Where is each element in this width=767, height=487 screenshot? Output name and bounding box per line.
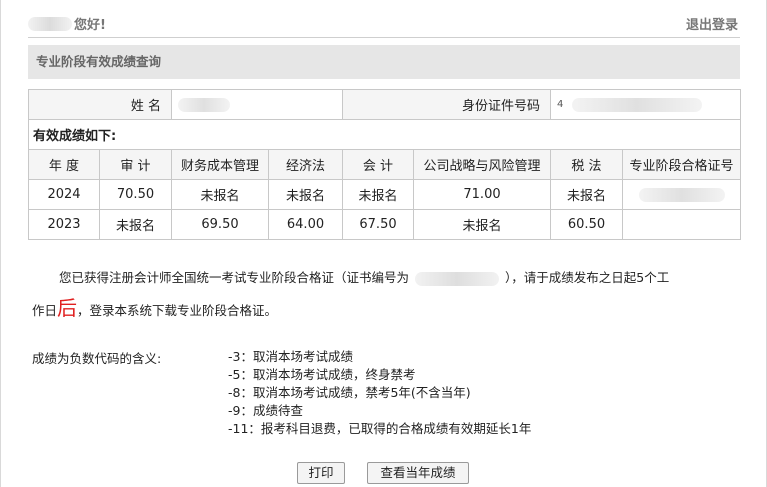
list-item: -9：成绩待查 [228, 403, 303, 418]
section-title: 专业阶段有效成绩查询 [28, 45, 740, 79]
cell-financial-cost-management: 未报名 [171, 179, 269, 210]
table-row: 2024 70.50 未报名 未报名 未报名 71.00 未报名 [28, 179, 742, 210]
id-prefix: 4 [557, 99, 564, 110]
header-economic-law: 经济法 [268, 149, 343, 180]
list-item: -8：取消本场考试成绩，禁考5年(不含当年) [228, 385, 471, 400]
header-tax-law: 税 法 [550, 149, 623, 180]
name-label: 姓 名 [28, 89, 172, 120]
notice-red-char: 后 [57, 296, 78, 320]
header-accounting: 会 计 [342, 149, 414, 180]
list-item: -3：取消本场考试成绩 [228, 349, 353, 364]
candidate-info-table: 姓 名 身份证件号码 4 [28, 89, 741, 120]
cell-strategy-risk: 未报名 [413, 209, 551, 240]
name-value [171, 89, 343, 120]
view-current-year-scores-button[interactable]: 查看当年成绩 [367, 462, 469, 484]
header-strategy-risk: 公司战略与风险管理 [413, 149, 551, 180]
greeting-area: 您好! [28, 14, 106, 33]
header-audit: 审 计 [99, 149, 172, 180]
redacted-username [28, 16, 72, 31]
certificate-notice: 您已获得注册会计师全国统一考试专业阶段合格证（证书编号为 ），请于成绩发布之日起5… [32, 263, 736, 326]
list-item: -11：报考科目退费，已取得的合格成绩有效期延长1年 [228, 421, 532, 436]
notice-text-4: ，登录本系统下载专业阶段合格证。 [77, 303, 278, 318]
redacted-certificate-number [415, 271, 500, 286]
cell-strategy-risk: 71.00 [413, 179, 551, 210]
table-row: 2023 未报名 69.50 64.00 67.50 未报名 60.50 [28, 209, 742, 240]
cell-tax-law: 60.50 [550, 209, 623, 240]
header-financial-cost-management: 财务成本管理 [171, 149, 269, 180]
cell-certificate-number [621, 179, 742, 210]
cell-accounting: 未报名 [342, 179, 414, 210]
list-item: -5：取消本场考试成绩，终身禁考 [228, 367, 416, 382]
scores-table: 有效成绩如下: 年 度 审 计 财务成本管理 经济法 会 计 公司战略与风险管理… [27, 119, 742, 240]
cell-economic-law: 未报名 [268, 179, 343, 210]
logout-link[interactable]: 退出登录 [686, 14, 738, 33]
cell-financial-cost-management: 69.50 [171, 209, 269, 240]
scores-caption: 有效成绩如下: [27, 119, 742, 150]
header-certificate-number: 专业阶段合格证号 [621, 149, 742, 180]
notice-text-3: 作日 [32, 303, 58, 318]
notice-text-1: 您已获得注册会计师全国统一考试专业阶段合格证（证书编号为 [59, 270, 410, 285]
scores-header-row: 年 度 审 计 财务成本管理 经济法 会 计 公司战略与风险管理 税 法 专业阶… [28, 149, 742, 180]
cell-audit: 70.50 [99, 179, 172, 210]
redacted-certificate-number [638, 187, 725, 202]
cell-tax-law: 未报名 [550, 179, 623, 210]
cell-year: 2023 [28, 209, 100, 240]
cell-certificate-number [621, 209, 742, 240]
id-label: 身份证件号码 [342, 89, 551, 120]
score-codes-label: 成绩为负数代码的含义: [32, 351, 162, 366]
header-year: 年 度 [28, 149, 100, 180]
cell-year: 2024 [28, 179, 100, 210]
notice-text-2: ），请于成绩发布之日起5个工 [505, 270, 670, 285]
score-codes-list: -3：取消本场考试成绩 -5：取消本场考试成绩，终身禁考 -8：取消本场考试成绩… [228, 348, 531, 438]
redacted-id-number [571, 97, 702, 112]
greeting-text: 您好! [74, 18, 106, 33]
top-bar: 您好! 退出登录 [28, 10, 740, 38]
cell-economic-law: 64.00 [268, 209, 343, 240]
redacted-name [178, 97, 230, 112]
id-value: 4 [550, 89, 741, 120]
cell-audit: 未报名 [99, 209, 172, 240]
print-button[interactable]: 打印 [297, 462, 345, 484]
cell-accounting: 67.50 [342, 209, 414, 240]
